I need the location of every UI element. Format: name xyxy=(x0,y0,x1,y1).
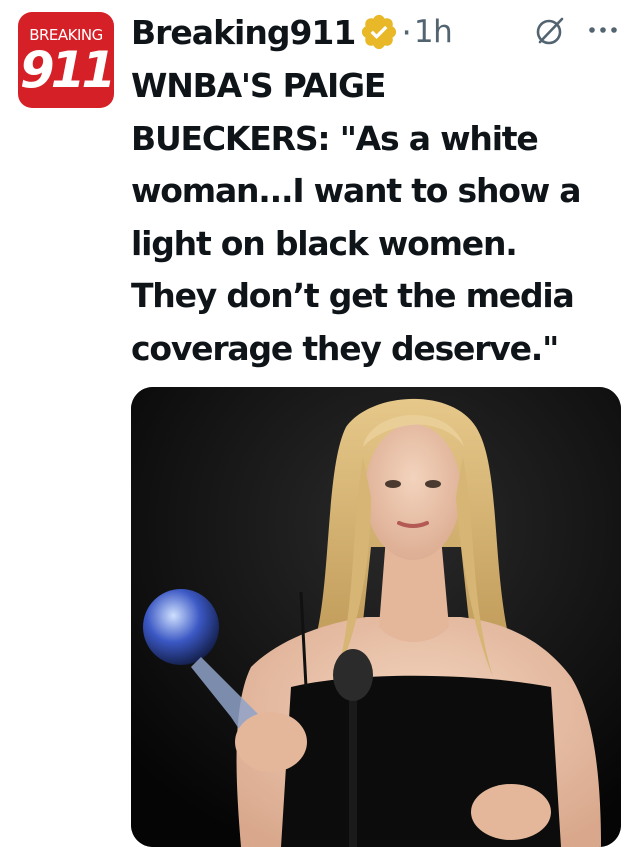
post-time[interactable]: 1h xyxy=(414,14,453,50)
tweet[interactable]: BREAKING 911 Breaking911 · 1h WNBA'S PAI… xyxy=(0,0,640,847)
avatar-brand-num: 911 xyxy=(19,41,114,99)
gold-verified-icon[interactable] xyxy=(359,12,399,52)
tweet-text-line: They don’t get the media xyxy=(131,276,575,315)
more-icon[interactable] xyxy=(585,20,621,40)
avatar[interactable]: BREAKING 911 xyxy=(18,12,114,108)
tweet-text-line: woman...I want to show a xyxy=(131,171,582,210)
tweet-text: WNBA'S PAIGE BUECKERS: "As a white woman… xyxy=(131,60,627,375)
tweet-header: Breaking911 · 1h xyxy=(131,8,453,56)
grok-icon[interactable] xyxy=(534,14,568,48)
tweet-text-line: BUECKERS: "As a white xyxy=(131,118,539,158)
media-photo[interactable] xyxy=(131,387,621,847)
tweet-text-line: coverage they deserve." xyxy=(131,328,559,368)
header-separator: · xyxy=(401,12,412,52)
tweet-text-line: light on black women. xyxy=(131,223,518,263)
tweet-text-line: WNBA'S PAIGE xyxy=(131,66,386,105)
display-name[interactable]: Breaking911 xyxy=(131,13,356,52)
